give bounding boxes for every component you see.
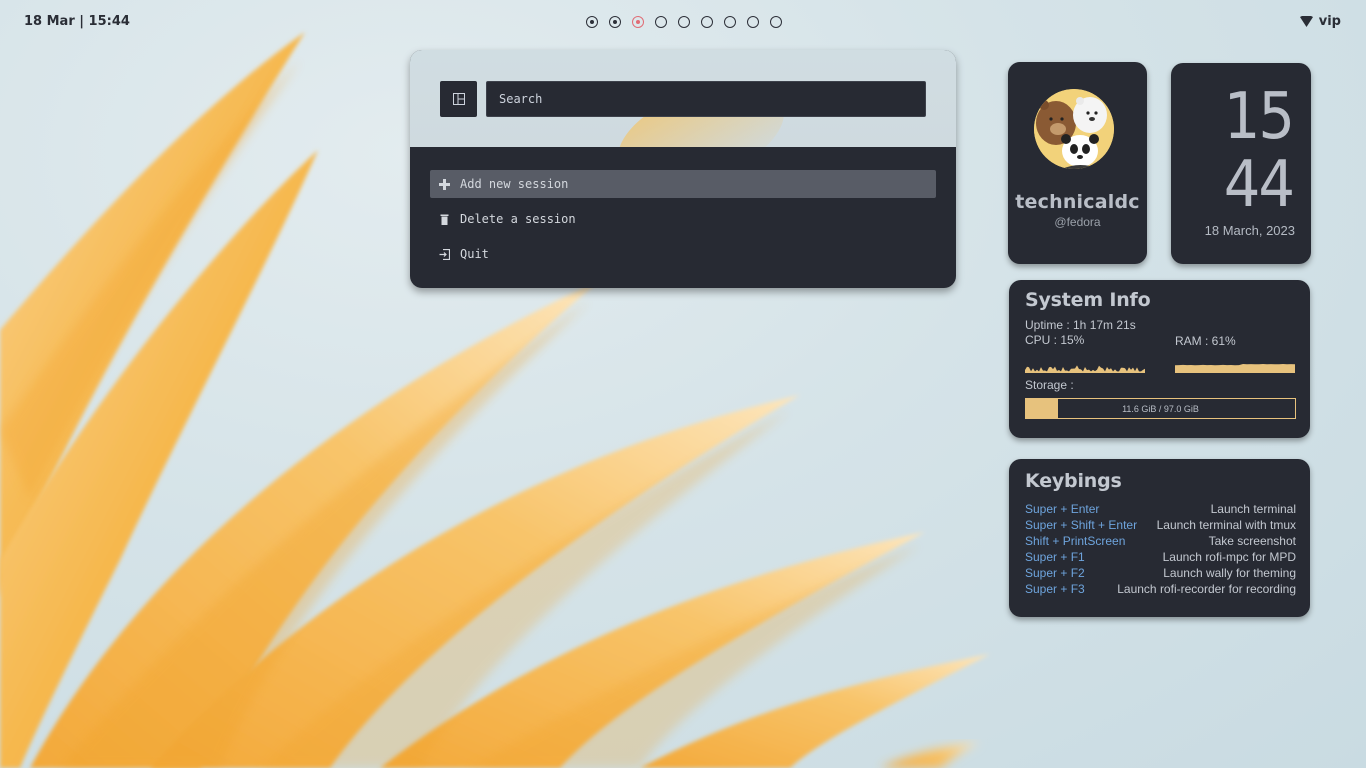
workspace-4[interactable]	[655, 16, 667, 28]
menu-item-add-session[interactable]: Add new session	[430, 170, 936, 198]
workspace-6[interactable]	[701, 16, 713, 28]
profile-handle: @fedora	[1054, 215, 1101, 229]
keybind-key: Super + F3	[1025, 582, 1085, 596]
menu-item-label: Add new session	[460, 177, 569, 191]
workspace-2[interactable]	[609, 16, 621, 28]
launcher-header: Search	[410, 50, 956, 147]
exit-icon	[438, 248, 451, 261]
storage-bar: 11.6 GiB / 97.0 GiB	[1025, 398, 1296, 419]
profile-card: technicaldc @fedora	[1008, 62, 1147, 264]
workspace-8[interactable]	[747, 16, 759, 28]
keybind-action: Take screenshot	[1208, 534, 1296, 548]
keybind-row: Super + F2 Launch wally for theming	[1025, 565, 1296, 581]
layout-icon	[452, 93, 465, 105]
search-input[interactable]: Search	[486, 81, 926, 117]
keybind-key: Shift + PrintScreen	[1025, 534, 1126, 548]
wifi-icon	[1299, 16, 1313, 27]
menu-item-quit[interactable]: Quit	[430, 240, 936, 268]
workspace-3[interactable]	[632, 16, 644, 28]
storage-text: 11.6 GiB / 97.0 GiB	[1122, 403, 1199, 414]
workspace-9[interactable]	[770, 16, 782, 28]
menu-item-label: Delete a session	[460, 212, 576, 226]
keybind-action: Launch terminal	[1210, 502, 1296, 516]
keybind-row: Super + F3 Launch rofi-recorder for reco…	[1025, 581, 1296, 597]
avatar	[1034, 89, 1114, 169]
clock-minute: 44	[1223, 148, 1295, 222]
workspace-1[interactable]	[586, 16, 598, 28]
launcher-menu: Add new session Delete a session Quit	[410, 147, 956, 268]
keybind-row: Super + Enter Launch terminal	[1025, 501, 1296, 517]
keybind-key: Super + Enter	[1025, 502, 1100, 516]
search-placeholder: Search	[499, 92, 543, 106]
keybind-action: Launch wally for theming	[1163, 566, 1296, 580]
profile-username: technicaldc	[1015, 191, 1140, 213]
session-launcher: Search Add new session Delete a session …	[410, 50, 956, 288]
workspace-indicator	[586, 16, 782, 28]
network-name: vip	[1318, 14, 1341, 29]
clock-date: 18 March, 2023	[1204, 223, 1295, 238]
keybind-row: Super + Shift + Enter Launch terminal wi…	[1025, 517, 1296, 533]
plus-icon	[438, 178, 451, 191]
clock-hour: 15	[1223, 80, 1295, 154]
keybind-action: Launch rofi-recorder for recording	[1117, 582, 1296, 596]
storage-label: Storage :	[1025, 378, 1074, 392]
ram-label: RAM : 61%	[1175, 334, 1236, 348]
system-info-title: System Info	[1025, 289, 1151, 311]
keybind-row: Super + F1 Launch rofi-mpc for MPD	[1025, 549, 1296, 565]
clock-card: 15 44 18 March, 2023	[1171, 63, 1311, 264]
ram-graph	[1175, 364, 1295, 373]
keybind-key: Super + Shift + Enter	[1025, 518, 1138, 532]
trash-icon	[438, 213, 451, 226]
system-info-card: System Info Uptime : 1h 17m 21s CPU : 15…	[1009, 280, 1310, 438]
menu-item-delete-session[interactable]: Delete a session	[430, 205, 936, 233]
keybind-action: Launch rofi-mpc for MPD	[1162, 550, 1296, 564]
cpu-label: CPU : 15%	[1025, 333, 1085, 347]
network-status[interactable]: vip	[1299, 14, 1341, 29]
workspace-5[interactable]	[678, 16, 690, 28]
keybinds-card: Keybings Super + Enter Launch terminal S…	[1009, 459, 1310, 617]
keybind-row: Shift + PrintScreen Take screenshot	[1025, 533, 1296, 549]
layout-button[interactable]	[440, 81, 477, 117]
menu-item-label: Quit	[460, 247, 489, 261]
keybind-list: Super + Enter Launch terminal Super + Sh…	[1025, 501, 1296, 597]
keybind-key: Super + F1	[1025, 550, 1085, 564]
keybind-action: Launch terminal with tmux	[1156, 518, 1296, 532]
workspace-7[interactable]	[724, 16, 736, 28]
uptime-text: Uptime : 1h 17m 21s	[1025, 318, 1136, 332]
cpu-graph	[1025, 365, 1145, 373]
topbar-clock: 18 Mar | 15:44	[24, 14, 130, 29]
keybinds-title: Keybings	[1025, 470, 1122, 492]
keybind-key: Super + F2	[1025, 566, 1085, 580]
